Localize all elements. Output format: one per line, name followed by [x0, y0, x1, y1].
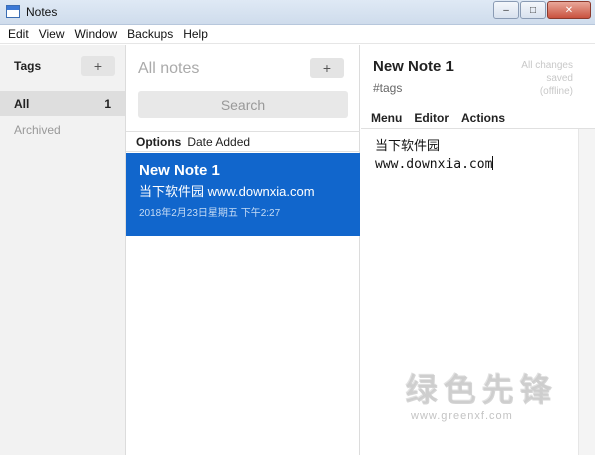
note-list-item[interactable]: New Note 1 当下软件园 www.downxia.com 2018年2月…: [126, 153, 360, 236]
maximize-button[interactable]: □: [520, 1, 546, 19]
sort-date-added[interactable]: Date Added: [187, 135, 250, 149]
tags-field[interactable]: #tags: [373, 81, 402, 95]
note-date: 2018年2月23日星期五 下午2:27: [139, 208, 281, 219]
minimize-button[interactable]: ‒: [493, 1, 519, 19]
tag-count: 1: [104, 96, 111, 111]
note-preview: 当下软件园 www.downxia.com: [139, 184, 315, 199]
close-button[interactable]: ✕: [547, 1, 591, 19]
menu-help[interactable]: Help: [183, 27, 208, 41]
tags-sidebar: Tags + All 1 Archived: [0, 45, 126, 455]
menu-bar: Edit View Window Backups Help: [0, 25, 595, 44]
menu-edit[interactable]: Edit: [8, 27, 29, 41]
toolbar-menu[interactable]: Menu: [371, 111, 402, 125]
tag-label: All: [14, 96, 30, 111]
menu-backups[interactable]: Backups: [127, 27, 173, 41]
note-editor-textarea[interactable]: 当下软件园 www.downxia.com: [375, 138, 494, 174]
editor-line: 当下软件园: [375, 139, 441, 154]
tag-item-archived[interactable]: Archived: [14, 123, 61, 137]
title-bar: Notes ‒ □ ✕: [0, 0, 595, 25]
menu-view[interactable]: View: [39, 27, 65, 41]
editor-line-with-caret: www.downxia.com: [375, 156, 494, 174]
tag-item-all[interactable]: All 1: [0, 91, 125, 116]
editor-scrollbar[interactable]: [578, 129, 595, 455]
tags-title: Tags: [14, 59, 42, 73]
text-caret: [492, 156, 494, 170]
note-title: New Note 1: [139, 162, 220, 179]
notes-list-panel: All notes + Search Options Date Added Ne…: [126, 45, 360, 455]
window-controls: ‒ □ ✕: [492, 1, 591, 19]
editor-line: www.downxia.com: [375, 157, 493, 172]
editor-toolbar: Menu Editor Actions: [361, 108, 595, 129]
toolbar-actions[interactable]: Actions: [461, 111, 505, 125]
add-tag-button[interactable]: +: [81, 56, 115, 76]
list-header: All notes: [138, 60, 200, 77]
app-icon: [6, 5, 20, 18]
watermark-logo: 绿色先锋: [405, 371, 558, 407]
window-title: Notes: [26, 5, 58, 19]
options-button[interactable]: Options: [136, 135, 181, 149]
menu-window[interactable]: Window: [74, 27, 117, 41]
note-title-field[interactable]: New Note 1: [373, 58, 454, 75]
watermark-url: www.greenxf.com: [411, 410, 513, 422]
sort-bar: Options Date Added: [126, 131, 360, 152]
watermark: 绿色先锋 www.greenxf.com: [405, 364, 557, 422]
save-status: All changes saved (offline): [521, 60, 573, 97]
add-note-button[interactable]: +: [310, 58, 344, 78]
toolbar-editor[interactable]: Editor: [414, 111, 449, 125]
search-input[interactable]: Search: [138, 91, 348, 118]
